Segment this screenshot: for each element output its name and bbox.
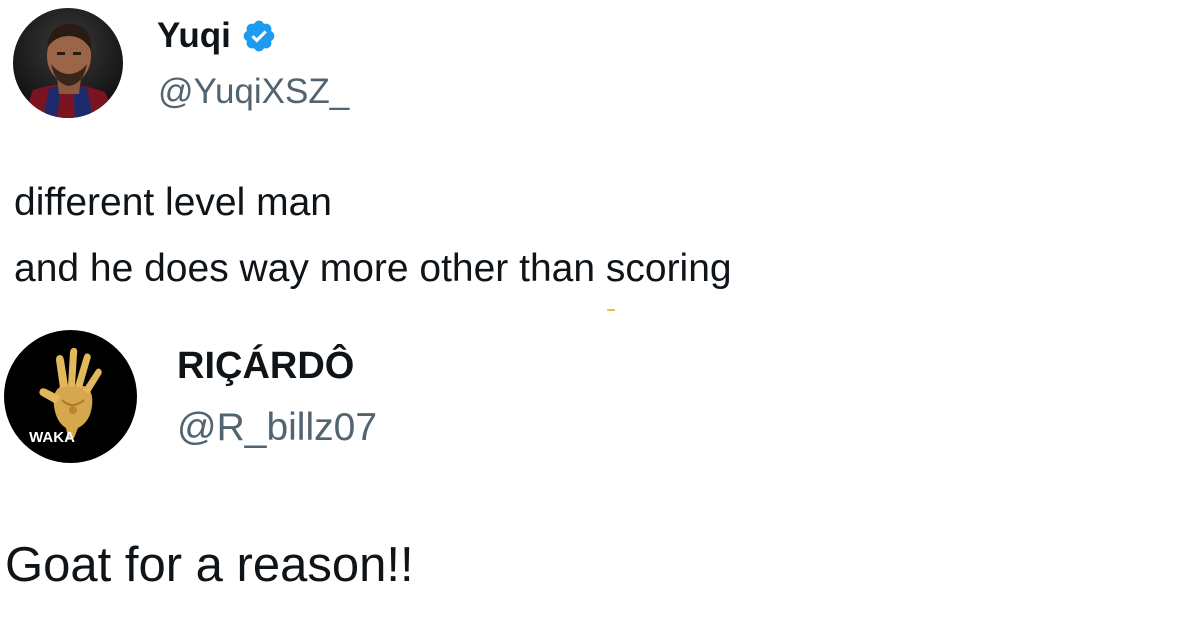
tweet-text-line: and he does way more other than scoring bbox=[14, 247, 732, 290]
user-handle[interactable]: @R_billz07 bbox=[177, 404, 377, 452]
footballer-portrait-avatar-icon bbox=[13, 8, 123, 118]
display-name[interactable]: RIÇÁRDÔ bbox=[177, 343, 354, 389]
display-name-text: Yuqi bbox=[157, 16, 231, 55]
display-name[interactable]: Yuqi bbox=[157, 14, 277, 58]
avatar[interactable]: WAKA bbox=[4, 330, 137, 463]
avatar[interactable] bbox=[13, 8, 123, 118]
user-handle[interactable]: @YuqiXSZ_ bbox=[158, 70, 349, 114]
avatar-caption: WAKA bbox=[29, 429, 75, 446]
stray-mark bbox=[607, 309, 615, 311]
verified-badge-icon bbox=[241, 18, 277, 54]
gold-hand-waka-logo-icon: WAKA bbox=[4, 330, 137, 463]
tweet-text-line: different level man bbox=[14, 181, 332, 224]
display-name-text: RIÇÁRDÔ bbox=[177, 345, 355, 387]
tweet-text-line: Goat for a reason!! bbox=[5, 538, 414, 592]
